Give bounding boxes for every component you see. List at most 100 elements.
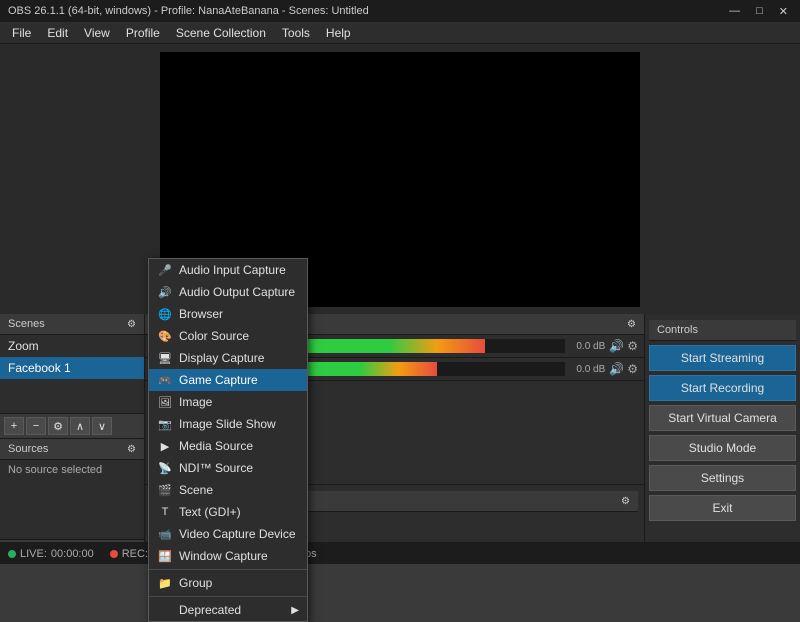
ctx-image-slide-show-label: Image Slide Show: [179, 417, 276, 431]
ctx-deprecated-arrow: ▶: [291, 605, 299, 616]
ctx-display-capture-label: Display Capture: [179, 351, 264, 365]
group-icon: 📁: [157, 577, 173, 590]
audio-controls-mic: 🔊 ⚙: [609, 362, 638, 376]
ctx-audio-output-label: Audio Output Capture: [179, 285, 295, 299]
maximize-button[interactable]: □: [752, 5, 767, 18]
video-capture-icon: 📹: [157, 528, 173, 541]
display-capture-icon: 🖥: [157, 352, 173, 365]
left-panels: Scenes ⚙ Zoom Facebook 1 + − ⚙ ∧ ∨: [0, 314, 145, 564]
window-controls: — □ ✕: [725, 5, 792, 18]
main-layout: Scenes ⚙ Zoom Facebook 1 + − ⚙ ∧ ∨: [0, 44, 800, 564]
ctx-display-capture[interactable]: 🖥 Display Capture: [149, 347, 307, 369]
ctx-deprecated-label: Deprecated: [179, 603, 241, 617]
ctx-window-capture-label: Window Capture: [179, 549, 268, 563]
ctx-audio-input-label: Audio Input Capture: [179, 263, 286, 277]
ctx-ndi-source[interactable]: 📡 NDI™ Source: [149, 457, 307, 479]
title-bar: OBS 26.1.1 (64-bit, windows) - Profile: …: [0, 0, 800, 22]
sources-panel-header: Sources ⚙: [0, 439, 144, 460]
menu-edit[interactable]: Edit: [39, 24, 76, 42]
settings-icon-mic[interactable]: ⚙: [627, 362, 638, 376]
audio-input-icon: 🎤: [157, 264, 173, 277]
ctx-color-source[interactable]: 🎨 Color Source: [149, 325, 307, 347]
menu-help[interactable]: Help: [318, 24, 359, 42]
close-button[interactable]: ✕: [775, 5, 792, 18]
scenes-label: Scenes: [8, 318, 45, 330]
mute-icon-desktop[interactable]: 🔊: [609, 339, 624, 353]
scenes-panel-header: Scenes ⚙: [0, 314, 144, 335]
sources-dock-icon: ⚙: [127, 444, 136, 455]
ctx-group[interactable]: 📁 Group: [149, 572, 307, 594]
scene-icon: 🎬: [157, 484, 173, 497]
scenes-toolbar: + − ⚙ ∧ ∨: [0, 413, 144, 438]
live-label: LIVE:: [20, 548, 47, 560]
scenes-remove-button[interactable]: −: [26, 417, 46, 435]
settings-button[interactable]: Settings: [649, 465, 796, 491]
studio-mode-button[interactable]: Studio Mode: [649, 435, 796, 461]
ctx-browser[interactable]: 🌐 Browser: [149, 303, 307, 325]
menu-tools[interactable]: Tools: [274, 24, 318, 42]
context-menu: 🎤 Audio Input Capture 🔊 Audio Output Cap…: [148, 258, 308, 622]
game-capture-icon: 🎮: [157, 374, 173, 387]
menu-view[interactable]: View: [76, 24, 118, 42]
menu-file[interactable]: File: [4, 24, 39, 42]
scene-item-facebook1[interactable]: Facebook 1: [0, 357, 144, 379]
scenes-down-button[interactable]: ∨: [92, 417, 112, 435]
sources-label: Sources: [8, 443, 48, 455]
preview-area: [0, 44, 800, 314]
scene-item-zoom[interactable]: Zoom: [0, 335, 144, 357]
ctx-audio-output[interactable]: 🔊 Audio Output Capture: [149, 281, 307, 303]
ctx-video-capture[interactable]: 📹 Video Capture Device: [149, 523, 307, 545]
ctx-audio-input[interactable]: 🎤 Audio Input Capture: [149, 259, 307, 281]
ctx-game-capture-label: Game Capture: [179, 373, 258, 387]
ctx-scene[interactable]: 🎬 Scene: [149, 479, 307, 501]
scenes-add-button[interactable]: +: [4, 417, 24, 435]
media-source-icon: ▶: [157, 440, 173, 453]
ctx-game-capture[interactable]: 🎮 Game Capture: [149, 369, 307, 391]
window-title: OBS 26.1.1 (64-bit, windows) - Profile: …: [8, 5, 369, 17]
ctx-image-slide-show[interactable]: 📷 Image Slide Show: [149, 413, 307, 435]
ctx-browser-label: Browser: [179, 307, 223, 321]
scenes-gear-button[interactable]: ⚙: [48, 417, 68, 435]
ctx-divider-1: [149, 569, 307, 570]
ctx-divider-2: [149, 596, 307, 597]
scene-list: Zoom Facebook 1: [0, 335, 144, 413]
scenes-up-button[interactable]: ∧: [70, 417, 90, 435]
ctx-deprecated[interactable]: Deprecated ▶: [149, 599, 307, 621]
source-status: No source selected: [0, 460, 144, 480]
color-source-icon: 🎨: [157, 330, 173, 343]
status-bar: LIVE: 00:00:00 REC: 00:00:00 CPU: 1.7%, …: [0, 542, 800, 564]
image-icon: 🖼: [157, 396, 173, 409]
audio-db-mic: 0.0 dB: [569, 364, 605, 375]
menu-scene-collection[interactable]: Scene Collection: [168, 24, 274, 42]
ctx-media-source-label: Media Source: [179, 439, 253, 453]
rec-indicator: [110, 550, 118, 558]
audio-controls-desktop: 🔊 ⚙: [609, 339, 638, 353]
exit-button[interactable]: Exit: [649, 495, 796, 521]
start-streaming-button[interactable]: Start Streaming: [649, 345, 796, 371]
ctx-video-capture-label: Video Capture Device: [179, 527, 296, 541]
ctx-ndi-source-label: NDI™ Source: [179, 461, 253, 475]
status-live: LIVE: 00:00:00: [8, 548, 94, 560]
ctx-group-label: Group: [179, 576, 212, 590]
start-recording-button[interactable]: Start Recording: [649, 375, 796, 401]
ctx-text-gdi[interactable]: T Text (GDI+): [149, 501, 307, 523]
ctx-scene-label: Scene: [179, 483, 213, 497]
scenes-panel: Scenes ⚙ Zoom Facebook 1 + − ⚙ ∧ ∨: [0, 314, 144, 439]
scenes-dock-icon: ⚙: [127, 319, 136, 330]
ctx-media-source[interactable]: ▶ Media Source: [149, 435, 307, 457]
ctx-image-label: Image: [179, 395, 212, 409]
controls-panel-header: Controls: [649, 320, 796, 341]
audio-db-desktop: 0.0 dB: [569, 341, 605, 352]
settings-icon-desktop[interactable]: ⚙: [627, 339, 638, 353]
menu-profile[interactable]: Profile: [118, 24, 168, 42]
start-virtual-camera-button[interactable]: Start Virtual Camera: [649, 405, 796, 431]
window-capture-icon: 🪟: [157, 550, 173, 563]
audio-mixer-dock-icon: ⚙: [627, 319, 636, 330]
controls-label: Controls: [657, 324, 698, 336]
source-list: [0, 480, 144, 539]
minimize-button[interactable]: —: [725, 5, 744, 18]
browser-icon: 🌐: [157, 308, 173, 321]
mute-icon-mic[interactable]: 🔊: [609, 362, 624, 376]
ctx-image[interactable]: 🖼 Image: [149, 391, 307, 413]
rec-label: REC:: [122, 548, 148, 560]
